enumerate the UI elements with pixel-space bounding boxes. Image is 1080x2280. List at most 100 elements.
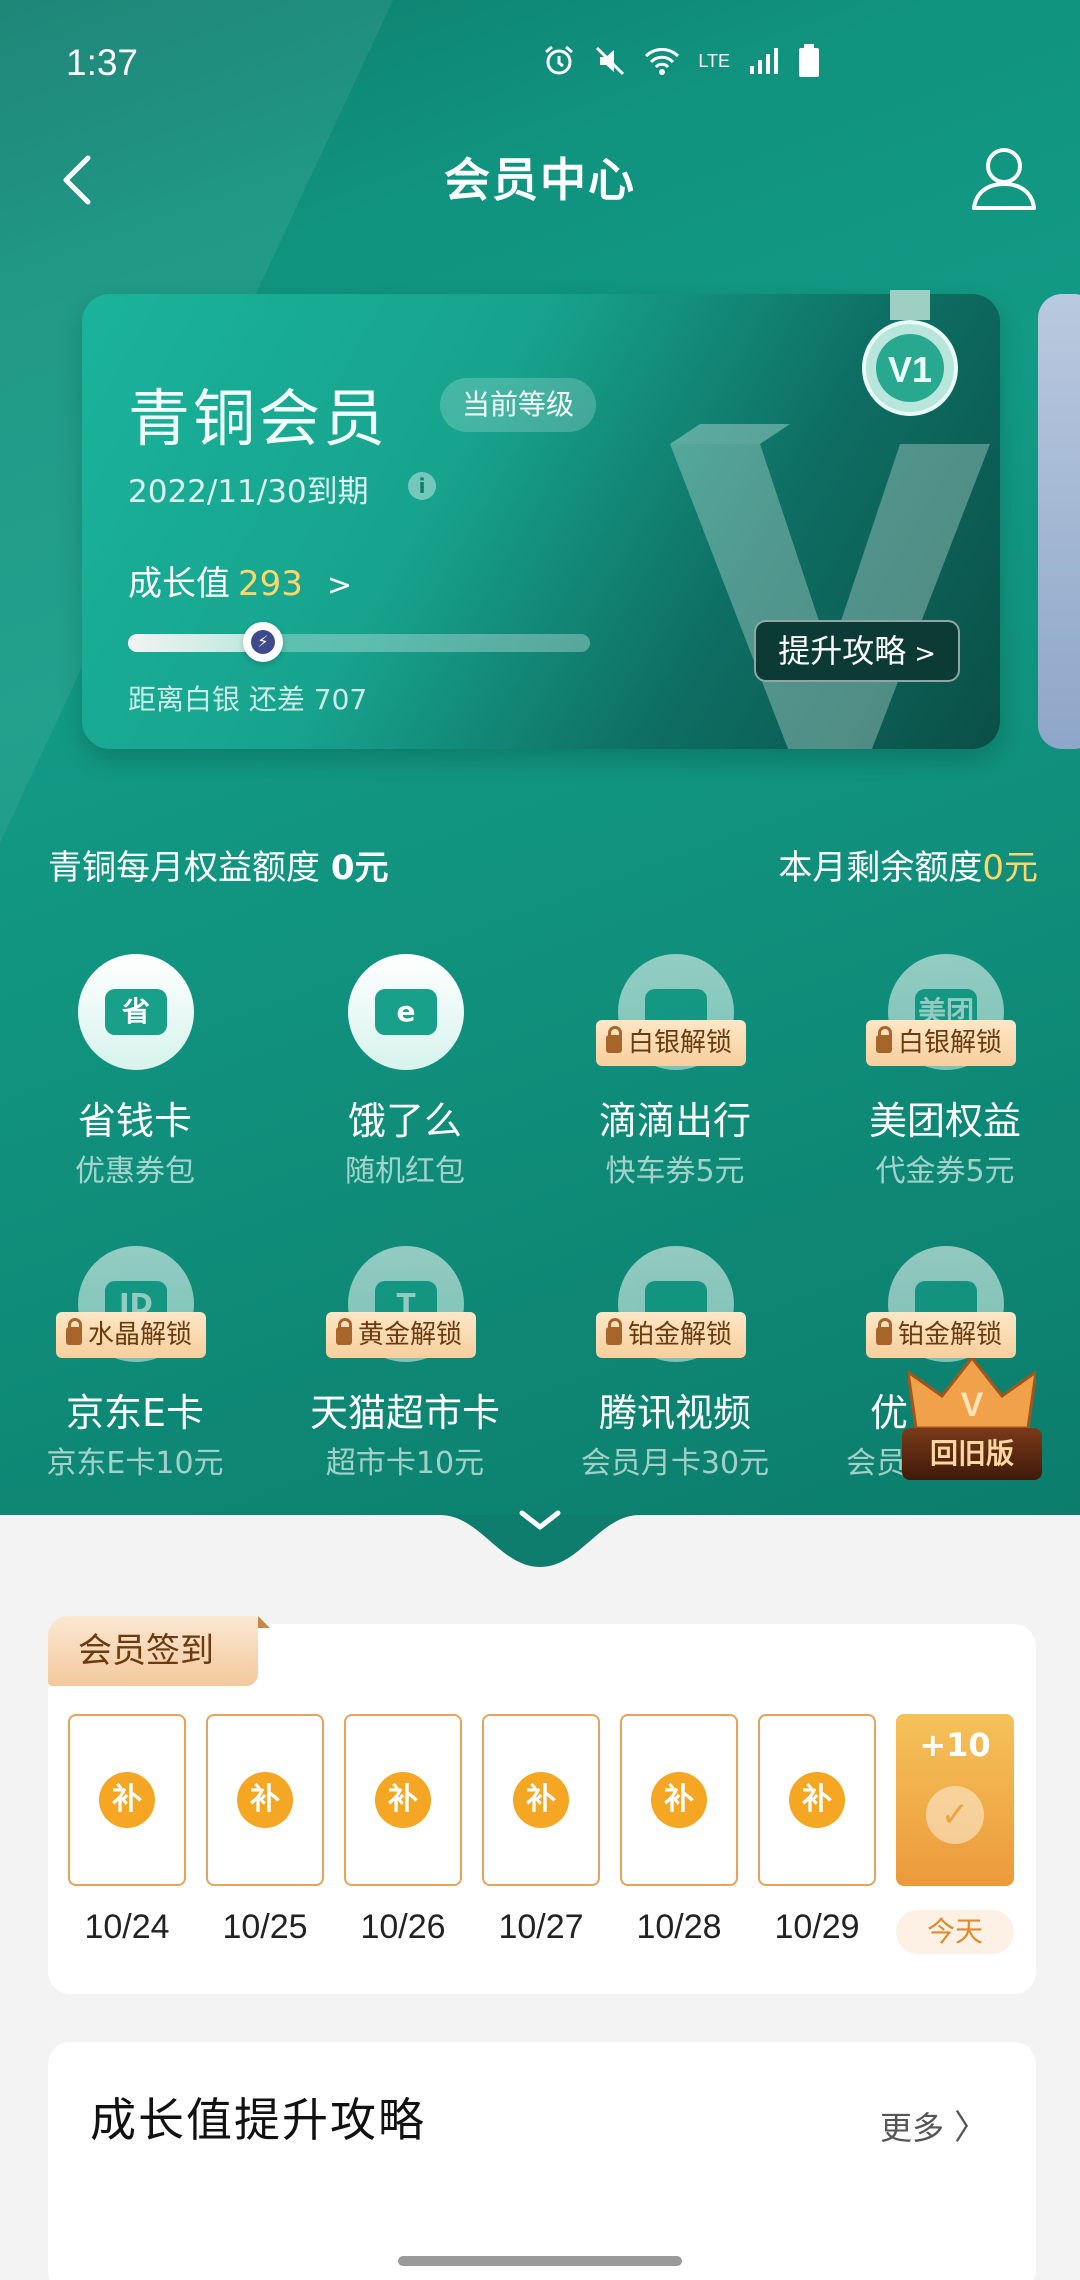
v1-medal-icon: V1 bbox=[862, 290, 958, 416]
next-level-card-peek[interactable] bbox=[1038, 294, 1080, 749]
makeup-coin-icon: 补 bbox=[513, 1772, 569, 1828]
benefit-icon: 省 bbox=[78, 954, 194, 1070]
signin-day[interactable]: 补 10/28 bbox=[620, 1714, 738, 1947]
signin-day-box[interactable]: 补 bbox=[620, 1714, 738, 1886]
remaining-to-next-level: 距离白银 还差 707 bbox=[128, 683, 368, 716]
signin-day-box[interactable]: 补 bbox=[482, 1714, 600, 1886]
home-indicator[interactable] bbox=[398, 2256, 682, 2266]
upgrade-guide-label: 提升攻略 bbox=[778, 632, 907, 670]
growth-value-link[interactable]: 成长值 293 > bbox=[128, 556, 352, 605]
signin-day-today[interactable]: +10 ✓ 今天 bbox=[896, 1714, 1014, 1954]
today-box[interactable]: +10 ✓ bbox=[896, 1714, 1014, 1886]
upgrade-guide-button[interactable]: 提升攻略 > bbox=[754, 620, 960, 682]
signin-date: 10/25 bbox=[222, 1908, 308, 1946]
benefit-item[interactable]: T 黄金解锁 天猫超市卡 超市卡10元 bbox=[270, 1246, 540, 1486]
signin-day[interactable]: 补 10/27 bbox=[482, 1714, 600, 1947]
status-bar: 1:37 LTE bbox=[0, 0, 1080, 130]
signal-icon bbox=[750, 48, 778, 74]
info-icon[interactable]: i bbox=[408, 472, 436, 500]
collapse-toggle[interactable] bbox=[440, 1495, 640, 1567]
more-link[interactable]: 更多〉 bbox=[880, 2100, 988, 2149]
monthly-quota: 青铜每月权益额度 0元 bbox=[48, 840, 388, 889]
benefit-item[interactable]: 白银解锁滴滴出行快车券5元 bbox=[540, 954, 810, 1194]
membership-expire-date: 2022/11/30到期 bbox=[128, 474, 369, 510]
benefit-item[interactable]: JD 水晶解锁 京东E卡 京东E卡10元 bbox=[0, 1246, 270, 1486]
benefit-name: 省钱卡 bbox=[77, 1099, 192, 1143]
signin-date: 10/29 bbox=[774, 1908, 860, 1946]
benefit-item[interactable]: 铂金解锁 腾讯视频 会员月卡30元 bbox=[540, 1246, 810, 1486]
benefit-name: 饿了么 bbox=[347, 1099, 462, 1143]
growth-value: 293 bbox=[238, 564, 303, 604]
chevron-right-icon: > bbox=[914, 639, 936, 669]
signin-day-box[interactable]: 补 bbox=[758, 1714, 876, 1886]
signin-date: 10/28 bbox=[636, 1908, 722, 1946]
benefit-description: 快车券5元 bbox=[605, 1154, 745, 1189]
growth-guide-section: 成长值提升攻略 更多〉 bbox=[48, 2042, 1036, 2280]
lock-icon bbox=[876, 1318, 892, 1345]
signin-day-box[interactable]: 补 bbox=[206, 1714, 324, 1886]
growth-guide-title: 成长值提升攻略 bbox=[90, 2093, 426, 2147]
progress-knob: ⚡ bbox=[243, 622, 283, 662]
benefit-description: 代金券5元 bbox=[875, 1154, 1015, 1189]
quota-row: 青铜每月权益额度 0元 本月剩余额度0元 bbox=[0, 840, 1080, 890]
monthly-quota-label: 青铜每月权益额度 bbox=[48, 848, 331, 888]
benefit-description: 会员月卡30元 bbox=[580, 1446, 770, 1481]
today-label: 今天 bbox=[896, 1910, 1014, 1954]
wifi-icon bbox=[645, 48, 680, 75]
signin-day[interactable]: 补 10/29 bbox=[758, 1714, 876, 1947]
mute-icon bbox=[596, 46, 625, 76]
lock-icon bbox=[336, 1318, 352, 1345]
lock-icon bbox=[876, 1026, 892, 1053]
old-version-label: 回旧版 bbox=[902, 1428, 1042, 1480]
benefit-name: 京东E卡 bbox=[65, 1391, 204, 1435]
signin-day[interactable]: 补 10/24 bbox=[68, 1714, 186, 1947]
unlock-level-tag: 铂金解锁 bbox=[866, 1312, 1017, 1358]
old-version-button[interactable]: V 回旧版 bbox=[902, 1358, 1042, 1480]
benefit-icon: e bbox=[348, 954, 464, 1070]
medal-text: V1 bbox=[888, 349, 932, 390]
battery-icon bbox=[799, 44, 819, 77]
benefit-description: 京东E卡10元 bbox=[46, 1446, 224, 1481]
signin-day-box[interactable]: 补 bbox=[68, 1714, 186, 1886]
unlock-level-tag: 水晶解锁 bbox=[56, 1312, 207, 1358]
crown-icon: V bbox=[908, 1358, 1036, 1428]
signin-date: 10/24 bbox=[84, 1908, 170, 1946]
benefit-item[interactable]: 美团 白银解锁 美团权益 代金券5元 bbox=[810, 954, 1080, 1194]
unlock-level-text: 白银解锁 bbox=[628, 1028, 733, 1058]
benefit-name: 滴滴出行 bbox=[598, 1099, 751, 1143]
current-level-badge: 当前等级 bbox=[440, 378, 597, 432]
signin-day[interactable]: 补 10/26 bbox=[344, 1714, 462, 1947]
makeup-coin-icon: 补 bbox=[375, 1772, 431, 1828]
unlock-level-tag: 白银解锁 bbox=[866, 1020, 1017, 1066]
benefit-item[interactable]: 省省钱卡 优惠券包 bbox=[0, 954, 270, 1194]
today-bonus: +10 bbox=[919, 1726, 991, 1764]
growth-label: 成长值 bbox=[128, 564, 230, 604]
remaining-quota: 本月剩余额度0元 bbox=[778, 840, 1038, 889]
check-icon: ✓ bbox=[926, 1786, 984, 1844]
lock-icon bbox=[66, 1318, 82, 1345]
lock-icon bbox=[606, 1318, 622, 1345]
benefit-name: 美团权益 bbox=[868, 1099, 1021, 1143]
benefit-icon-glyph: e bbox=[375, 989, 437, 1035]
benefit-item[interactable]: e 饿了么随机红包 bbox=[270, 954, 540, 1194]
makeup-coin-icon: 补 bbox=[789, 1772, 845, 1828]
benefit-description: 优惠券包 bbox=[75, 1154, 195, 1189]
lte-icon: LTE bbox=[698, 50, 730, 71]
member-level-name: 青铜会员 bbox=[128, 382, 389, 455]
status-icons: LTE bbox=[542, 44, 820, 78]
signin-day[interactable]: 补 10/25 bbox=[206, 1714, 324, 1947]
lock-icon bbox=[606, 1026, 622, 1053]
lightning-icon: ⚡ bbox=[251, 630, 275, 654]
unlock-level-text: 水晶解锁 bbox=[88, 1320, 193, 1350]
benefit-icon-glyph: 省 bbox=[105, 989, 167, 1035]
user-profile-icon[interactable] bbox=[964, 138, 1044, 218]
unlock-level-text: 铂金解锁 bbox=[898, 1320, 1003, 1350]
unlock-level-tag: 白银解锁 bbox=[596, 1020, 747, 1066]
benefit-name: 腾讯视频 bbox=[598, 1391, 751, 1435]
remaining-quota-label: 本月剩余额度 bbox=[778, 848, 983, 888]
unlock-level-text: 白银解锁 bbox=[898, 1028, 1003, 1058]
benefit-description: 随机红包 bbox=[345, 1154, 465, 1189]
signin-title: 会员签到 bbox=[48, 1616, 270, 1686]
makeup-coin-icon: 补 bbox=[99, 1772, 155, 1828]
signin-day-box[interactable]: 补 bbox=[344, 1714, 462, 1886]
